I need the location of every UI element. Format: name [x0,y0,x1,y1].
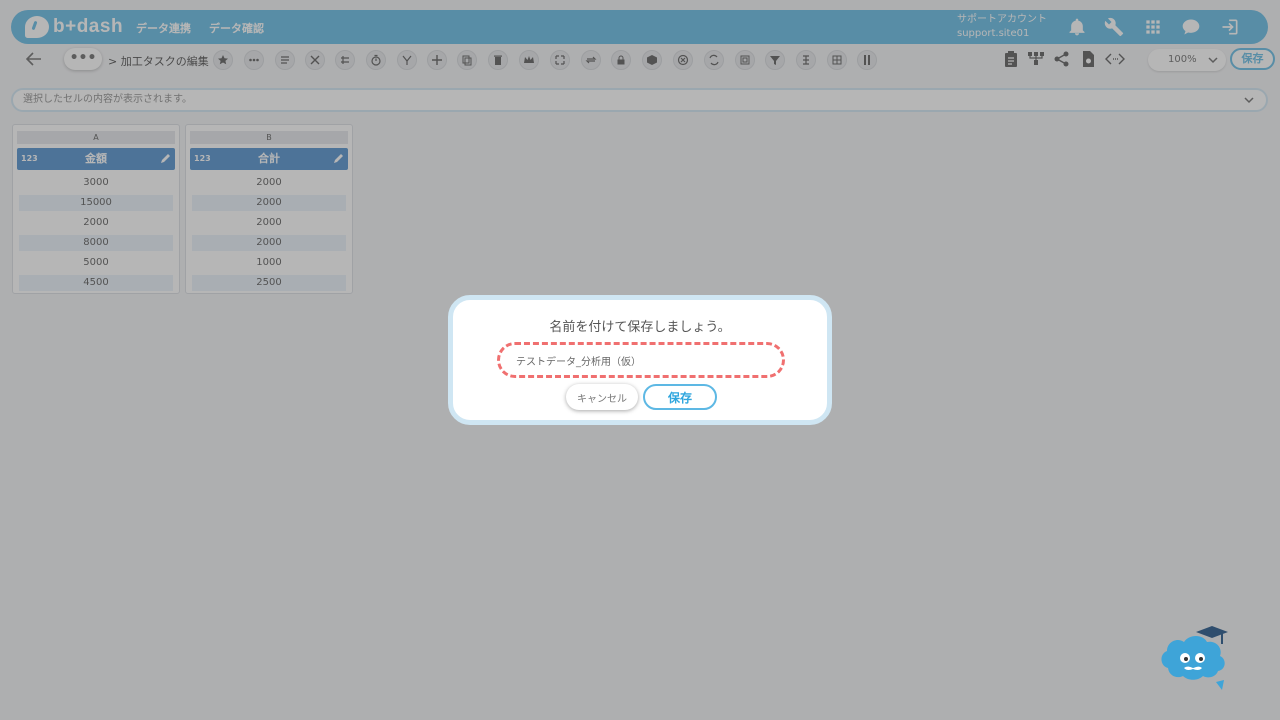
save-name-dialog: 名前を付けて保存しましょう。 キャンセル 保存 [448,295,832,425]
app-window: b+dash データ連携 データ確認 サポートアカウント support.sit… [0,0,1280,720]
task-name-input[interactable] [497,342,785,378]
dialog-title: 名前を付けて保存しましょう。 [549,320,731,335]
mascot-assistant-icon[interactable] [1160,624,1230,690]
save-button[interactable]: 保存 [643,384,717,410]
cancel-button[interactable]: キャンセル [566,384,638,410]
